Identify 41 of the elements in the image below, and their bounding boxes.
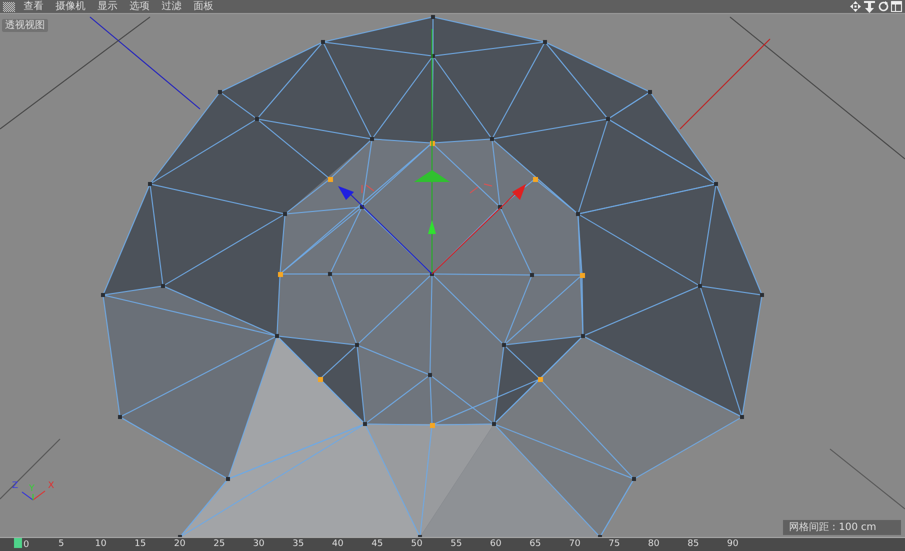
frame-tick-label: 60 bbox=[490, 539, 502, 549]
menu-item[interactable]: 面板 bbox=[188, 0, 220, 13]
frame-tick-label: 15 bbox=[134, 539, 146, 549]
move-icon[interactable] bbox=[850, 1, 861, 12]
frame-tick-label: 35 bbox=[292, 539, 304, 549]
frame-tick-label: 75 bbox=[608, 539, 620, 549]
frame-tick-label: 30 bbox=[253, 539, 264, 549]
axis-label: Y bbox=[29, 484, 34, 494]
move-gizmo-drawing[interactable] bbox=[338, 28, 526, 274]
frame-tick-label: 0 bbox=[23, 540, 30, 550]
window-icon[interactable] bbox=[891, 1, 902, 12]
axis-triad-icon bbox=[22, 490, 46, 500]
frame-tick-label: 90 bbox=[727, 539, 738, 549]
frame-tick-label: 50 bbox=[411, 539, 422, 549]
menu-item[interactable]: 查看 bbox=[18, 0, 50, 13]
frame-tick-label: 25 bbox=[214, 539, 225, 549]
frame-tick-label: 55 bbox=[450, 539, 462, 549]
sphere-mesh-drawing[interactable] bbox=[101, 15, 764, 537]
frame-tick-label: 45 bbox=[372, 539, 383, 549]
axis-label: Z bbox=[12, 481, 18, 491]
frame-tick-label: 10 bbox=[95, 539, 106, 549]
menu-item[interactable]: 过滤 bbox=[156, 0, 188, 13]
axis-label: X bbox=[48, 481, 54, 491]
frame-tick-label: 80 bbox=[648, 539, 660, 549]
down-arrow-icon[interactable] bbox=[864, 0, 875, 12]
menu-item[interactable]: 显示 bbox=[92, 0, 124, 13]
grid-logo-icon bbox=[2, 2, 15, 12]
frame-tick-label: 5 bbox=[58, 539, 64, 549]
menu-item[interactable]: 摄像机 bbox=[50, 0, 92, 13]
frame-tick-label: 85 bbox=[688, 539, 699, 549]
timeline-ruler[interactable]: 0 5 10 15 20 25 30 35 40 45 50 55 60 65 70 75 80 85 90 bbox=[0, 537, 905, 551]
menu-item[interactable]: 选项 bbox=[124, 0, 156, 13]
frame-tick-label: 20 bbox=[174, 539, 186, 549]
frame-tick-label: 65 bbox=[530, 539, 541, 549]
viewport-label: 透视视图 bbox=[2, 19, 48, 32]
frame-tick-label: 70 bbox=[569, 539, 580, 549]
frame-tick-label: 40 bbox=[332, 539, 344, 549]
playhead-marker[interactable] bbox=[14, 538, 22, 548]
rotate-icon[interactable] bbox=[878, 1, 888, 12]
grid-spacing-label: 网格间距 : 100 cm bbox=[783, 520, 901, 535]
perspective-viewport[interactable]: 透视视图 Z Y X 网格间距 : 100 cm bbox=[0, 14, 905, 537]
